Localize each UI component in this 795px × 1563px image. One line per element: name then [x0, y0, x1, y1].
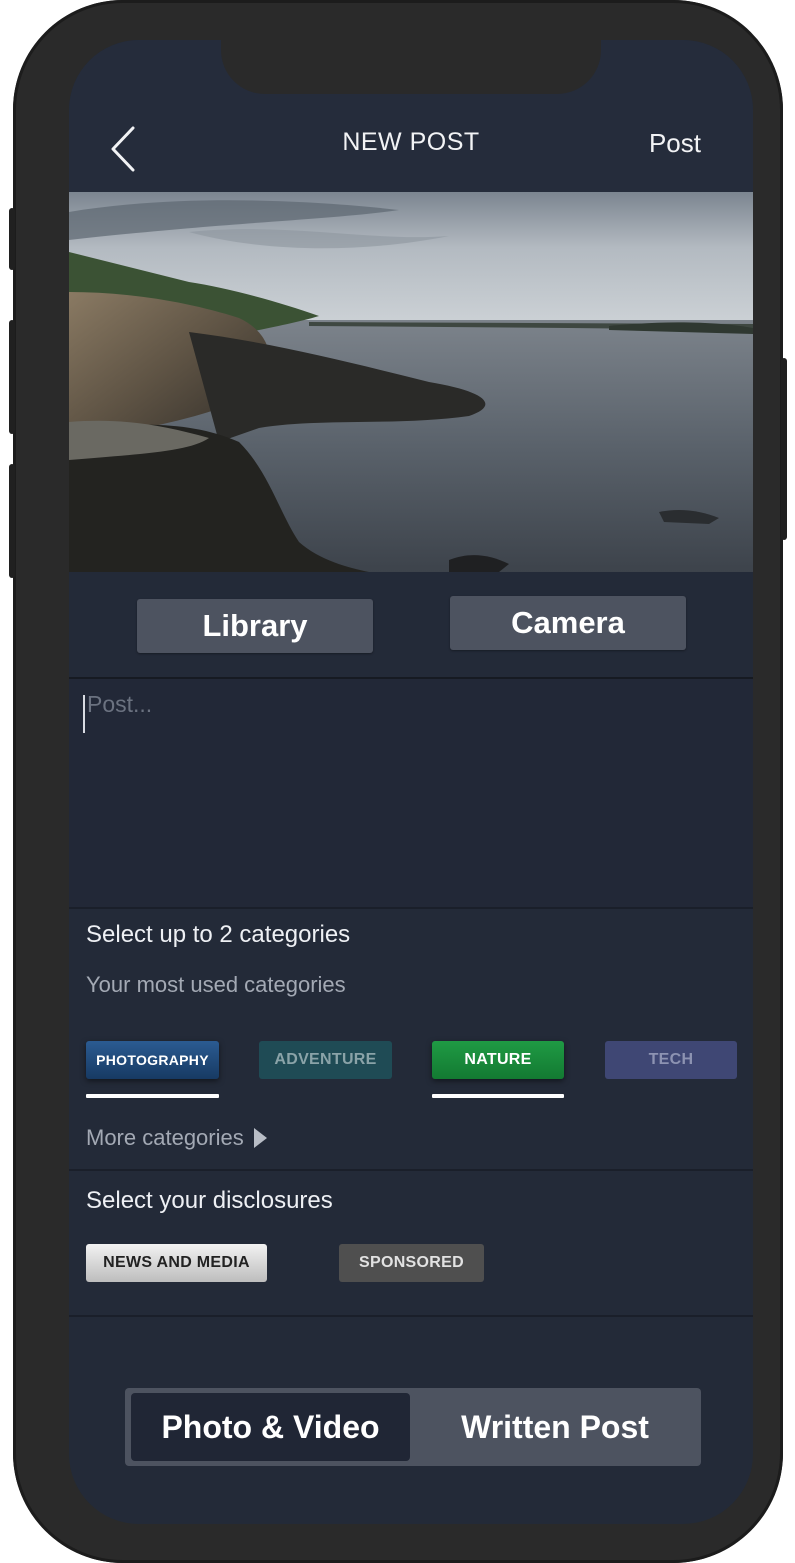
coastline-photo	[69, 192, 753, 572]
screen: NEW POST Post Library Camera Post... Sel…	[69, 40, 753, 1524]
more-categories-link[interactable]: More categories	[86, 1125, 267, 1151]
post-type-toggle: Photo & Video Written Post	[125, 1388, 701, 1466]
categories-heading: Select up to 2 categories	[86, 921, 351, 948]
categories-subheading: Your most used categories	[86, 972, 346, 997]
volume-down-button	[9, 464, 15, 578]
photo-video-tab[interactable]: Photo & Video	[131, 1393, 410, 1461]
library-button[interactable]: Library	[137, 599, 373, 653]
volume-up-button	[9, 320, 15, 434]
power-button	[781, 358, 787, 540]
selected-indicator	[432, 1094, 564, 1098]
camera-button[interactable]: Camera	[450, 596, 686, 650]
category-chip-adventure[interactable]: ADVENTURE	[259, 1041, 392, 1079]
compose-area	[69, 679, 753, 907]
post-text-input[interactable]	[83, 691, 737, 891]
category-chip-nature[interactable]: NATURE	[432, 1041, 564, 1079]
more-categories-label: More categories	[86, 1125, 244, 1150]
categories-section: Select up to 2 categories Your most used…	[69, 909, 753, 1169]
written-post-tab[interactable]: Written Post	[413, 1393, 697, 1461]
disclosures-heading: Select your disclosures	[86, 1187, 333, 1214]
triangle-right-icon	[253, 1128, 267, 1148]
selected-indicator	[86, 1094, 219, 1098]
notch	[221, 40, 601, 94]
post-button[interactable]: Post	[649, 128, 701, 159]
mute-switch	[9, 208, 15, 270]
phone-frame: NEW POST Post Library Camera Post... Sel…	[9, 0, 787, 1563]
category-chip-tech[interactable]: TECH	[605, 1041, 737, 1079]
photo-preview	[69, 192, 753, 572]
disclosures-section: Select your disclosures NEWS AND MEDIA S…	[69, 1171, 753, 1315]
disclosure-chip-sponsored[interactable]: SPONSORED	[339, 1244, 484, 1282]
disclosure-chip-news-and-media[interactable]: NEWS AND MEDIA	[86, 1244, 267, 1282]
category-chip-photography[interactable]: PHOTOGRAPHY	[86, 1041, 219, 1079]
divider	[69, 1315, 753, 1317]
text-cursor	[83, 695, 85, 733]
